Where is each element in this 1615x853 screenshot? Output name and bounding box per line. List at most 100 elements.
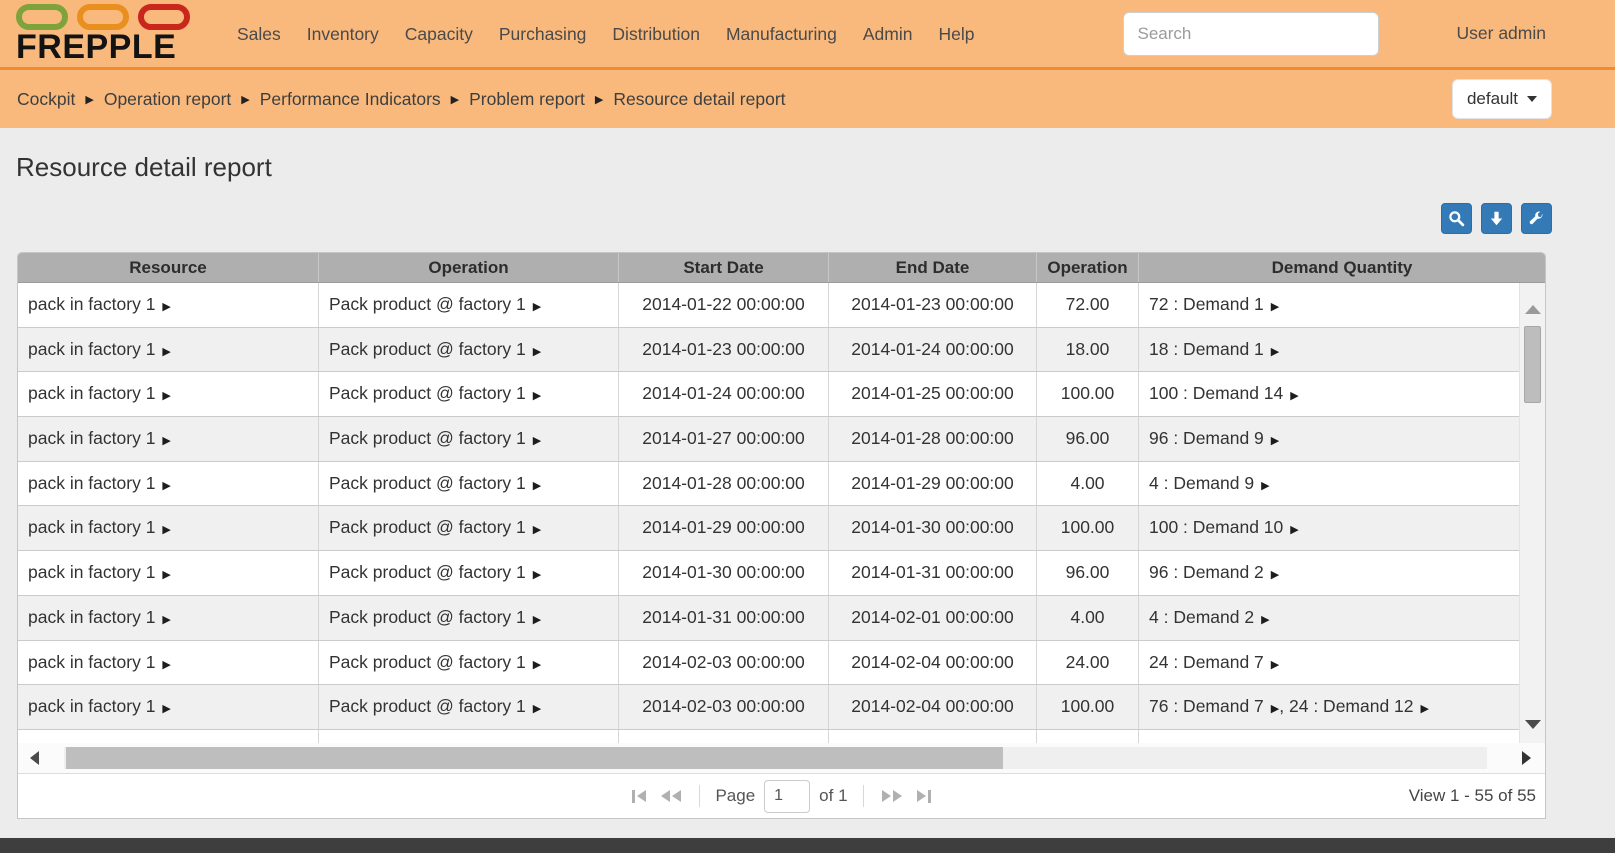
drilldown-triangle-icon[interactable]: ▶ — [162, 435, 170, 447]
drilldown-triangle-icon[interactable]: ▶ — [1290, 390, 1298, 402]
resource-cell: pack in factory 1 ▶ — [18, 372, 319, 417]
breadcrumb-item-operation-report[interactable]: Operation report — [104, 89, 231, 110]
logo-capsule-green-icon — [16, 4, 68, 30]
drilldown-triangle-icon[interactable]: ▶ — [1271, 346, 1279, 358]
horizontal-scrollbar[interactable] — [18, 743, 1545, 773]
column-header-resource[interactable]: Resource — [18, 253, 319, 282]
demand-quantity-cell: 96 : Demand 2 ▶ — [1149, 562, 1280, 583]
drilldown-triangle-icon[interactable]: ▶ — [533, 346, 541, 358]
operation-cell: Pack product @ factory 1 ▶ — [319, 685, 619, 729]
previous-page-button[interactable] — [658, 787, 684, 805]
nav-item-distribution[interactable]: Distribution — [599, 0, 713, 69]
drilldown-triangle-icon[interactable]: ▶ — [533, 569, 541, 581]
nav-item-admin[interactable]: Admin — [850, 0, 926, 69]
scroll-left-icon[interactable] — [30, 751, 39, 765]
nav-item-manufacturing[interactable]: Manufacturing — [713, 0, 850, 69]
bottom-window-edge — [0, 838, 1615, 853]
operation-cell: Pack product @ factory 1 ▶ — [319, 506, 619, 551]
pager-bar: Page of 1 View 1 - 55 of 55 — [18, 773, 1545, 818]
drilldown-triangle-icon[interactable]: ▶ — [1271, 301, 1279, 313]
vertical-scrollbar-thumb[interactable] — [1524, 326, 1541, 403]
scroll-right-icon[interactable] — [1522, 751, 1531, 765]
search-input[interactable] — [1122, 11, 1379, 56]
drilldown-triangle-icon[interactable]: ▶ — [162, 480, 170, 492]
demand-quantity-cell: 100 : Demand 10 ▶ — [1149, 517, 1299, 538]
column-header-operation[interactable]: Operation — [319, 253, 619, 282]
drilldown-triangle-icon[interactable]: ▶ — [533, 435, 541, 447]
drilldown-triangle-icon[interactable]: ▶ — [533, 614, 541, 626]
table-row: pack in factory 1 ▶ Pack product @ factory… — [18, 551, 1519, 596]
empty-cell — [319, 729, 619, 743]
drilldown-triangle-icon[interactable]: ▶ — [1261, 614, 1269, 626]
nav-item-capacity[interactable]: Capacity — [392, 0, 486, 69]
drilldown-triangle-icon[interactable]: ▶ — [1271, 569, 1279, 581]
column-header-operation-quantity[interactable]: Operation — [1037, 253, 1139, 282]
operation-cell: Pack product @ factory 1 ▶ — [319, 595, 619, 640]
drilldown-triangle-icon[interactable]: ▶ — [162, 659, 170, 671]
drilldown-triangle-icon[interactable]: ▶ — [1271, 659, 1279, 671]
first-page-button[interactable] — [629, 787, 649, 806]
customize-wrench-button[interactable] — [1521, 203, 1552, 234]
end-date-cell: 2014-01-28 00:00:00 — [829, 417, 1037, 461]
user-menu[interactable]: User admin — [1457, 23, 1546, 44]
breadcrumb-separator-icon: ▶ — [241, 93, 250, 106]
column-header-end-date[interactable]: End Date — [829, 253, 1037, 282]
nav-item-help[interactable]: Help — [925, 0, 987, 69]
table-row: pack in factory 1 ▶ Pack product @ factory… — [18, 372, 1519, 418]
breadcrumb-item-cockpit[interactable]: Cockpit — [17, 89, 75, 110]
frepple-logo[interactable]: FREPPLE — [16, 4, 202, 64]
breadcrumb-item-resource-detail-report[interactable]: Resource detail report — [613, 89, 785, 110]
resource-cell: pack in factory 1 ▶ — [18, 685, 319, 729]
drilldown-triangle-icon[interactable]: ▶ — [1271, 703, 1279, 715]
operation-cell: Pack product @ factory 1 ▶ — [319, 640, 619, 685]
view-selector-dropdown[interactable]: default — [1451, 79, 1552, 119]
vertical-scrollbar[interactable] — [1519, 283, 1545, 743]
drilldown-triangle-icon[interactable]: ▶ — [162, 301, 170, 313]
column-header-demand-quantity[interactable]: Demand Quantity — [1139, 253, 1545, 282]
search-icon — [1449, 211, 1465, 227]
resource-cell: pack in factory 1 ▶ — [18, 461, 319, 506]
drilldown-triangle-icon[interactable]: ▶ — [533, 703, 541, 715]
drilldown-triangle-icon[interactable]: ▶ — [162, 569, 170, 581]
drilldown-triangle-icon[interactable]: ▶ — [533, 524, 541, 536]
scroll-up-icon[interactable] — [1525, 305, 1541, 314]
drilldown-triangle-icon[interactable]: ▶ — [533, 659, 541, 671]
drilldown-triangle-icon[interactable]: ▶ — [162, 346, 170, 358]
drilldown-triangle-icon[interactable]: ▶ — [1421, 703, 1429, 715]
end-date-cell: 2014-01-25 00:00:00 — [829, 372, 1037, 417]
drilldown-triangle-icon[interactable]: ▶ — [533, 390, 541, 402]
nav-item-sales[interactable]: Sales — [224, 0, 294, 69]
pager-separator — [862, 785, 864, 807]
resource-cell: pack in factory 1 ▶ — [18, 283, 319, 327]
breadcrumb-item-problem-report[interactable]: Problem report — [469, 89, 585, 110]
page-number-input[interactable] — [764, 779, 811, 813]
search-filter-button[interactable] — [1441, 203, 1472, 234]
logo-capsules-icon — [16, 4, 202, 30]
drilldown-triangle-icon[interactable]: ▶ — [533, 480, 541, 492]
next-page-button[interactable] — [879, 787, 905, 805]
operation-cell: Pack product @ factory 1 ▶ — [319, 417, 619, 461]
quantity-cell: 18.00 — [1037, 327, 1139, 372]
nav-item-inventory[interactable]: Inventory — [294, 0, 392, 69]
drilldown-triangle-icon[interactable]: ▶ — [1261, 480, 1269, 492]
resource-cell: pack in factory 1 ▶ — [18, 506, 319, 551]
start-date-cell: 2014-01-30 00:00:00 — [619, 551, 829, 595]
pager-separator — [699, 785, 701, 807]
drilldown-triangle-icon[interactable]: ▶ — [1290, 524, 1298, 536]
export-download-button[interactable] — [1481, 203, 1512, 234]
drilldown-triangle-icon[interactable]: ▶ — [162, 703, 170, 715]
drilldown-triangle-icon[interactable]: ▶ — [162, 614, 170, 626]
scroll-down-icon[interactable] — [1525, 720, 1541, 729]
drilldown-triangle-icon[interactable]: ▶ — [162, 390, 170, 402]
drilldown-triangle-icon[interactable]: ▶ — [1271, 435, 1279, 447]
horizontal-scrollbar-thumb[interactable] — [66, 747, 1003, 769]
nav-item-purchasing[interactable]: Purchasing — [486, 0, 600, 69]
breadcrumb-item-performance-indicators[interactable]: Performance Indicators — [260, 89, 441, 110]
drilldown-triangle-icon[interactable]: ▶ — [533, 301, 541, 313]
drilldown-triangle-icon[interactable]: ▶ — [162, 524, 170, 536]
start-date-cell: 2014-01-29 00:00:00 — [619, 506, 829, 551]
last-page-button[interactable] — [914, 787, 934, 806]
nav-menu: Sales Inventory Capacity Purchasing Distribu… — [224, 0, 987, 69]
operation-cell: Pack product @ factory 1 ▶ — [319, 551, 619, 595]
column-header-start-date[interactable]: Start Date — [619, 253, 829, 282]
